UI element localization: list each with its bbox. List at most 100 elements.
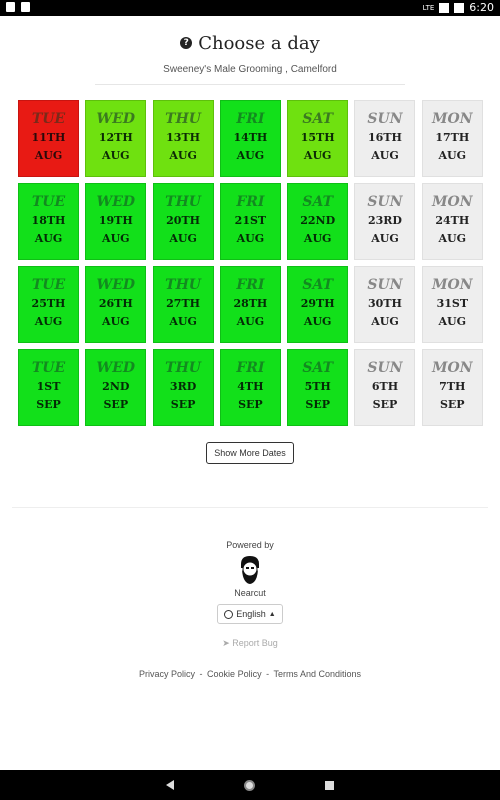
day-date-label: 18TH <box>31 214 66 227</box>
clock: 6:20 <box>469 1 494 14</box>
day-date-label: 21ST <box>234 214 267 227</box>
day-cell[interactable]: WED 12TH AUG <box>85 100 147 177</box>
day-date-label: 24TH <box>435 214 470 227</box>
day-date-label: 15TH <box>300 131 335 144</box>
cookie-policy-link[interactable]: Cookie Policy <box>207 669 262 679</box>
day-of-week-label: MON <box>432 277 473 293</box>
day-date-label: 2ND <box>102 380 130 393</box>
day-cell: SUN 16TH AUG <box>354 100 416 177</box>
day-date-label: 3RD <box>169 380 197 393</box>
day-date-label: 1ST <box>36 380 61 393</box>
divider <box>95 84 405 85</box>
day-of-week-label: SUN <box>367 194 403 210</box>
day-of-week-label: WED <box>96 194 136 210</box>
day-grid: TUE 11TH AUG WED 12TH AUG THU 13TH AUG FRI 14TH AUG… <box>18 100 483 426</box>
show-more-dates-button[interactable]: Show More Dates <box>206 442 294 464</box>
day-cell[interactable]: WED 26TH AUG <box>85 266 147 343</box>
day-month-label: AUG <box>438 149 467 162</box>
day-of-week-label: SAT <box>302 194 333 210</box>
day-date-label: 25TH <box>31 297 66 310</box>
day-of-week-label: TUE <box>31 277 66 293</box>
question-icon: ? <box>180 37 193 49</box>
day-cell[interactable]: FRI 28TH AUG <box>219 266 281 343</box>
back-icon[interactable] <box>166 780 174 790</box>
day-month-label: SEP <box>170 398 196 411</box>
language-label: English <box>236 609 266 619</box>
day-date-label: 30TH <box>368 297 402 310</box>
sd-card-icon <box>21 2 30 12</box>
day-month-label: AUG <box>438 315 467 328</box>
home-icon[interactable] <box>244 779 255 791</box>
terms-link[interactable]: Terms And Conditions <box>273 669 361 679</box>
day-month-label: SEP <box>439 398 465 411</box>
day-of-week-label: FRI <box>236 111 265 127</box>
day-date-label: 12TH <box>98 131 133 144</box>
day-cell[interactable]: TUE 1ST SEP <box>18 349 79 426</box>
day-of-week-label: MON <box>432 194 473 210</box>
day-cell[interactable]: THU 13TH AUG <box>152 100 214 177</box>
recents-icon[interactable] <box>325 780 334 790</box>
lte-label: LTE <box>422 3 435 12</box>
day-cell[interactable]: TUE 25TH AUG <box>18 266 79 343</box>
send-icon: ➤ <box>222 638 230 648</box>
day-cell: MON 24TH AUG <box>421 183 483 260</box>
day-of-week-label: SUN <box>367 360 403 376</box>
day-month-label: SEP <box>36 398 61 411</box>
day-date-label: 11TH <box>31 131 66 144</box>
legal-links: Privacy Policy - Cookie Policy - Terms A… <box>0 669 500 679</box>
day-month-label: AUG <box>303 315 332 328</box>
divider <box>12 507 488 508</box>
day-cell: MON 7TH SEP <box>421 349 483 426</box>
language-selector[interactable]: English ▲ <box>217 604 283 624</box>
day-cell: SUN 23RD AUG <box>354 183 416 260</box>
day-cell[interactable]: THU 27TH AUG <box>152 266 214 343</box>
day-cell[interactable]: TUE 18TH AUG <box>18 183 79 260</box>
day-month-label: AUG <box>236 149 265 162</box>
day-of-week-label: WED <box>96 111 136 127</box>
day-month-label: AUG <box>34 232 63 245</box>
day-cell[interactable]: THU 3RD SEP <box>152 349 214 426</box>
day-of-week-label: THU <box>165 111 202 127</box>
day-month-label: AUG <box>102 232 130 245</box>
battery-icon <box>454 2 465 13</box>
day-cell[interactable]: TUE 11TH AUG <box>18 100 79 177</box>
day-month-label: AUG <box>371 315 399 328</box>
day-cell[interactable]: FRI 14TH AUG <box>219 100 281 177</box>
page-title: ? Choose a day <box>180 33 320 54</box>
shop-name: Sweeney's Male Grooming , Camelford <box>163 63 337 75</box>
day-month-label: SEP <box>238 398 263 411</box>
day-cell[interactable]: WED 2ND SEP <box>85 349 147 426</box>
day-month-label: AUG <box>303 149 332 162</box>
day-cell[interactable]: FRI 21ST AUG <box>219 183 281 260</box>
day-month-label: AUG <box>102 315 130 328</box>
day-of-week-label: THU <box>165 277 202 293</box>
day-cell[interactable]: SAT 5TH SEP <box>287 349 349 426</box>
day-cell[interactable]: SAT 15TH AUG <box>287 100 349 177</box>
day-cell[interactable]: THU 20TH AUG <box>152 183 214 260</box>
link-separator: - <box>199 669 203 679</box>
footer: Powered by Nearcut English ▲ ➤ Report Bu… <box>0 540 500 679</box>
day-of-week-label: SUN <box>367 111 403 127</box>
nearcut-logo-icon <box>237 554 263 586</box>
day-month-label: AUG <box>169 315 197 328</box>
day-month-label: AUG <box>236 232 265 245</box>
day-of-week-label: FRI <box>236 360 265 376</box>
privacy-policy-link[interactable]: Privacy Policy <box>139 669 195 679</box>
day-cell[interactable]: SAT 22ND AUG <box>287 183 349 260</box>
day-cell[interactable]: SAT 29TH AUG <box>287 266 349 343</box>
status-bar: LTE 6:20 <box>0 0 500 16</box>
day-month-label: AUG <box>169 149 197 162</box>
day-of-week-label: THU <box>165 360 202 376</box>
day-month-label: AUG <box>34 149 63 162</box>
day-cell[interactable]: FRI 4TH SEP <box>219 349 281 426</box>
day-month-label: SEP <box>103 398 129 411</box>
report-bug-link[interactable]: ➤ Report Bug <box>0 638 500 649</box>
day-of-week-label: SAT <box>302 360 333 376</box>
day-month-label: SEP <box>372 398 398 411</box>
page-title-text: Choose a day <box>198 32 320 54</box>
day-cell: MON 17TH AUG <box>421 100 483 177</box>
page-header: ? Choose a day Sweeney's Male Grooming ,… <box>0 32 500 75</box>
day-cell[interactable]: WED 19TH AUG <box>85 183 147 260</box>
day-date-label: 6TH <box>371 380 399 393</box>
day-date-label: 5TH <box>304 380 331 393</box>
